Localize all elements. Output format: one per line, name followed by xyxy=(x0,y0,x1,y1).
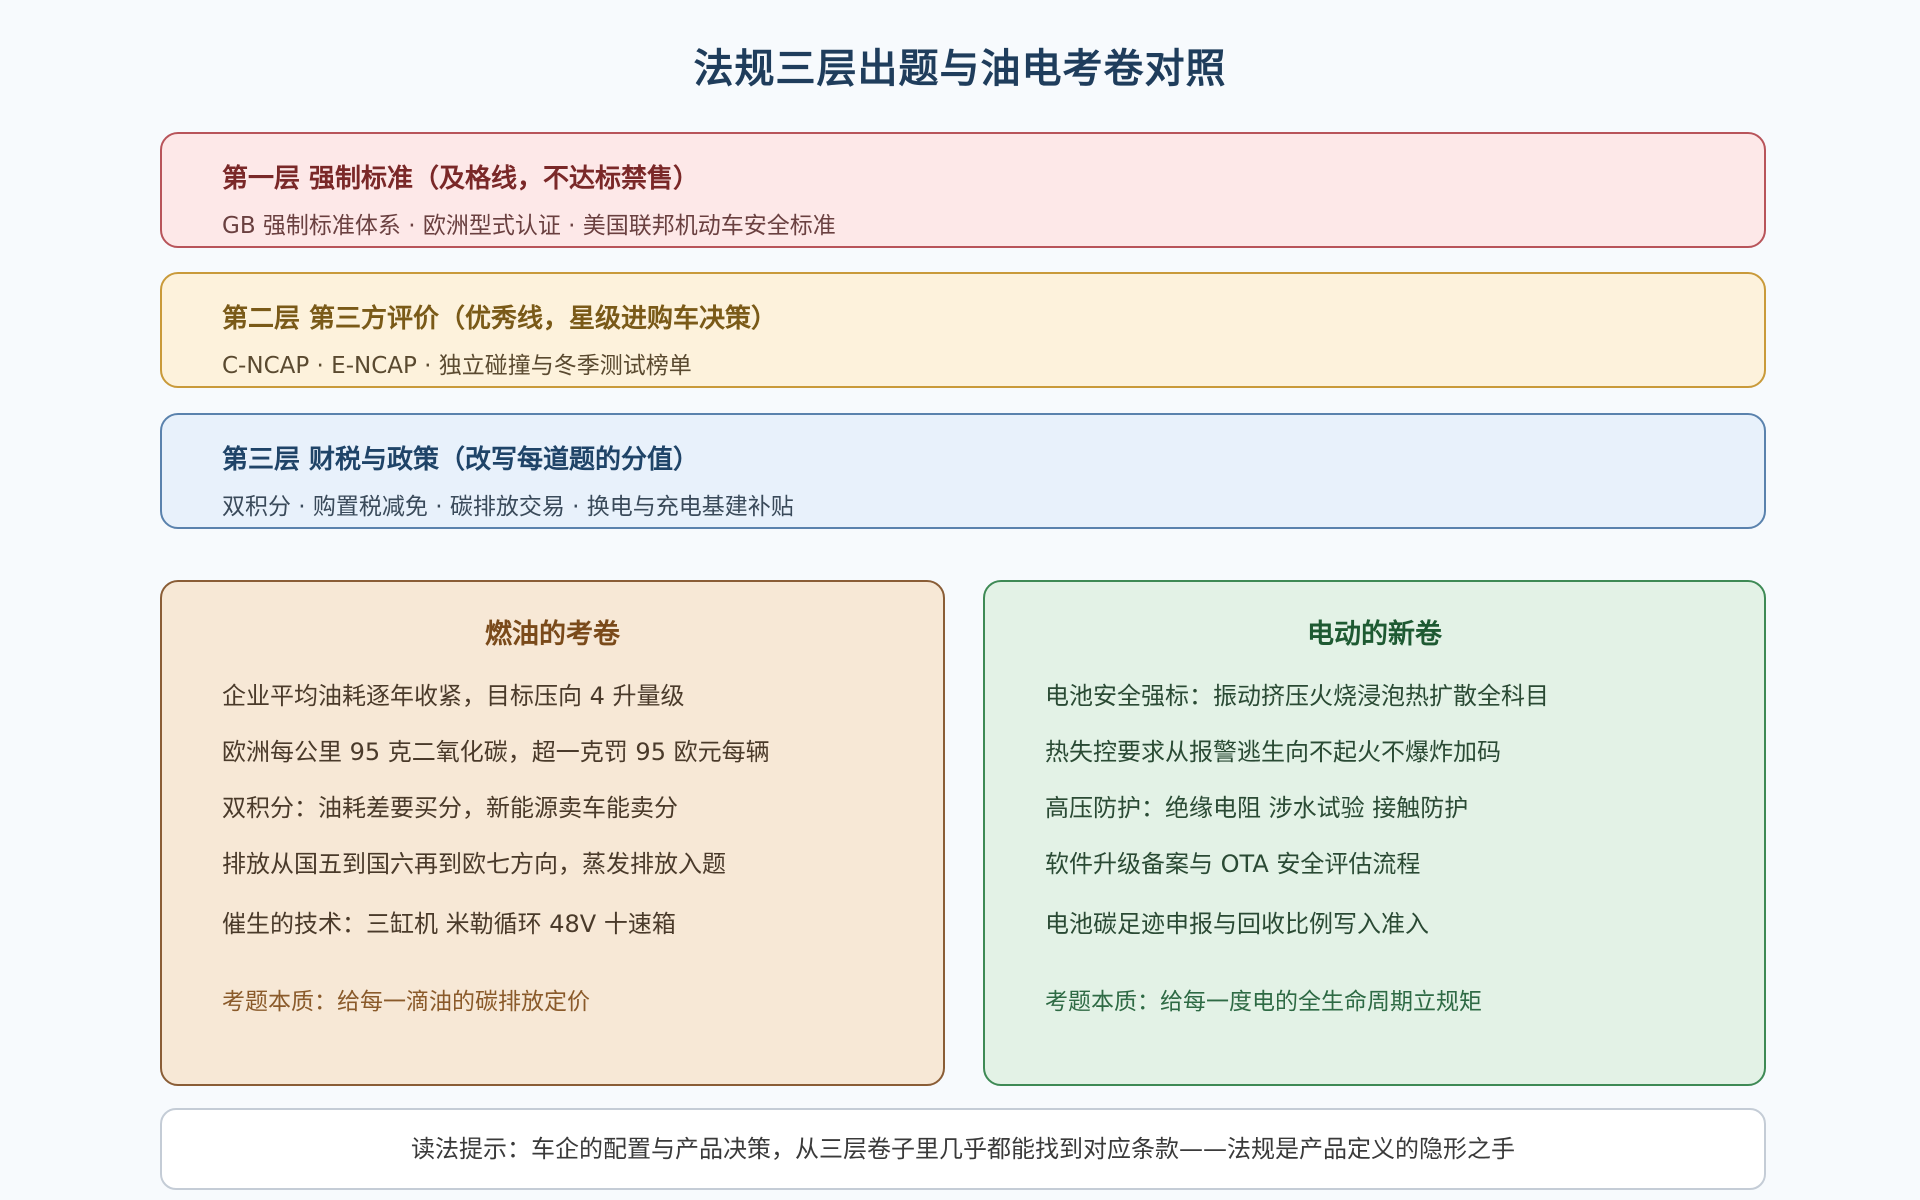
layer-subtitle: 双积分 · 购置税减免 · 碳排放交易 · 换电与充电基建补贴 xyxy=(222,494,794,520)
diagram-canvas: 法规三层出题与油电考卷对照 第一层 强制标准（及格线，不达标禁售） GB 强制标… xyxy=(0,0,1920,1200)
layer-third-party-rating: 第二层 第三方评价（优秀线，星级进购车决策） C-NCAP · E-NCAP ·… xyxy=(160,272,1766,388)
fuel-exam-panel: 燃油的考卷 企业平均油耗逐年收紧，目标压向 4 升量级 欧洲每公里 95 克二氧… xyxy=(160,580,945,1086)
list-item: 电池碳足迹申报与回收比例写入准入 xyxy=(1045,910,1429,938)
panel-heading: 电动的新卷 xyxy=(1307,619,1442,650)
layer-mandatory-standards: 第一层 强制标准（及格线，不达标禁售） GB 强制标准体系 · 欧洲型式认证 ·… xyxy=(160,132,1766,248)
panel-essence: 考题本质：给每一度电的全生命周期立规矩 xyxy=(1045,989,1482,1015)
list-item: 排放从国五到国六再到欧七方向，蒸发排放入题 xyxy=(222,850,726,878)
page-title: 法规三层出题与油电考卷对照 xyxy=(693,46,1227,92)
list-item: 热失控要求从报警逃生向不起火不爆炸加码 xyxy=(1045,738,1501,766)
panel-heading: 燃油的考卷 xyxy=(485,619,620,650)
layer-tax-policy: 第三层 财税与政策（改写每道题的分值） 双积分 · 购置税减免 · 碳排放交易 … xyxy=(160,413,1766,529)
list-item: 欧洲每公里 95 克二氧化碳，超一克罚 95 欧元每辆 xyxy=(222,738,770,766)
reading-hint: 读法提示：车企的配置与产品决策，从三层卷子里几乎都能找到对应条款——法规是产品定… xyxy=(160,1108,1766,1190)
list-item: 高压防护：绝缘电阻 涉水试验 接触防护 xyxy=(1045,794,1469,822)
layer-title: 第二层 第三方评价（优秀线，星级进购车决策） xyxy=(222,304,778,334)
list-item: 软件升级备案与 OTA 安全评估流程 xyxy=(1045,850,1421,878)
layer-subtitle: GB 强制标准体系 · 欧洲型式认证 · 美国联邦机动车安全标准 xyxy=(222,213,836,239)
list-item: 双积分：油耗差要买分，新能源卖车能卖分 xyxy=(222,794,678,822)
list-item: 电池安全强标：振动挤压火烧浸泡热扩散全科目 xyxy=(1045,682,1549,710)
list-item: 企业平均油耗逐年收紧，目标压向 4 升量级 xyxy=(222,682,685,710)
panel-essence: 考题本质：给每一滴油的碳排放定价 xyxy=(222,989,590,1015)
list-item: 催生的技术：三缸机 米勒循环 48V 十速箱 xyxy=(222,910,676,938)
layer-subtitle: C-NCAP · E-NCAP · 独立碰撞与冬季测试榜单 xyxy=(222,353,692,379)
layer-title: 第一层 强制标准（及格线，不达标禁售） xyxy=(222,164,700,194)
layer-title: 第三层 财税与政策（改写每道题的分值） xyxy=(222,445,700,475)
ev-exam-panel: 电动的新卷 电池安全强标：振动挤压火烧浸泡热扩散全科目 热失控要求从报警逃生向不… xyxy=(983,580,1766,1086)
